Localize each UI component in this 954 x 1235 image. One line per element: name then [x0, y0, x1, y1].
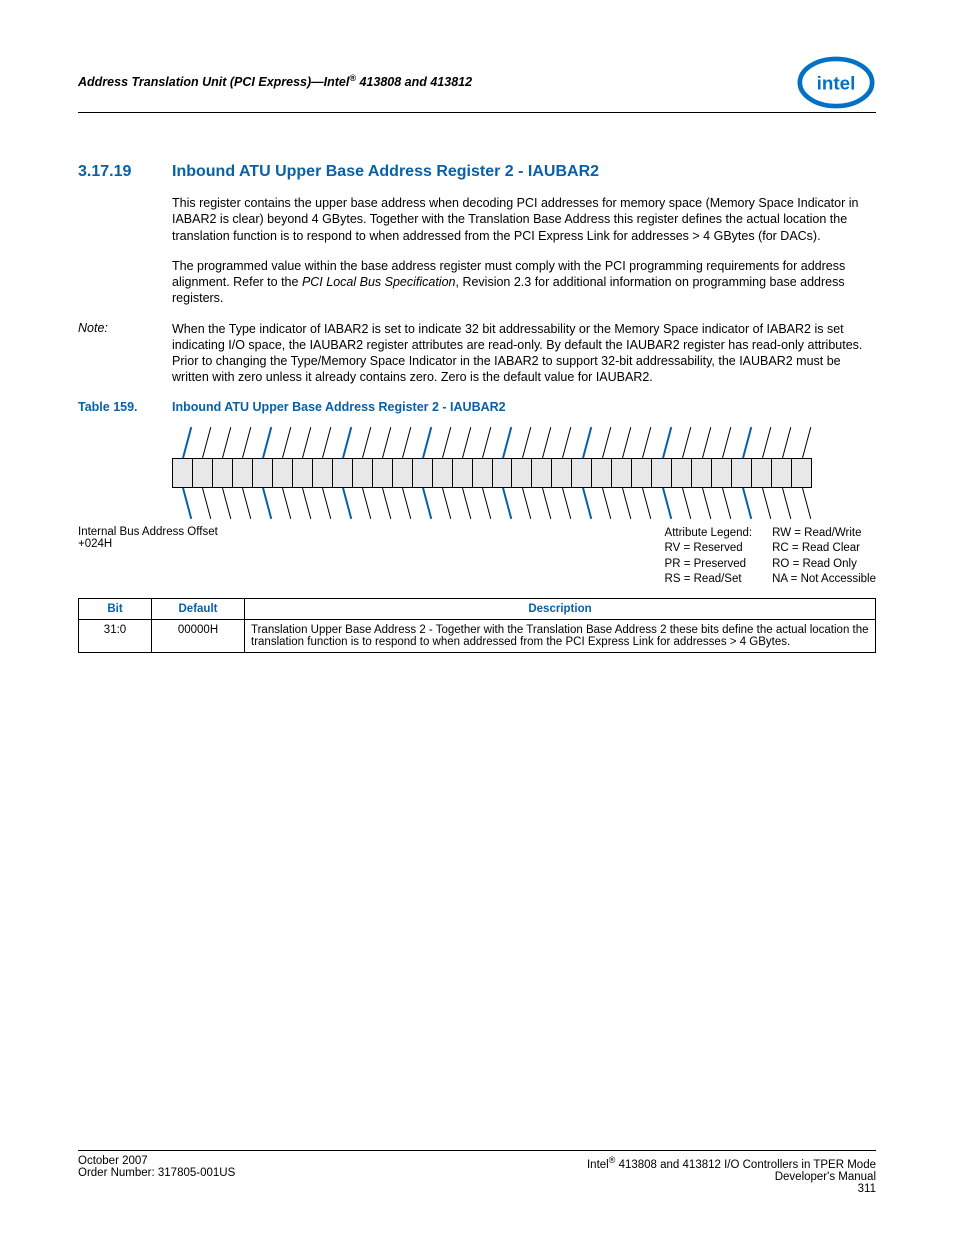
- diagram-meta: Internal Bus Address Offset +024H Attrib…: [78, 526, 876, 588]
- footer-right: Intel® 413808 and 413812 I/O Controllers…: [587, 1155, 876, 1195]
- td-bit: 31:0: [79, 619, 152, 652]
- legend-rv: RV = Reserved: [665, 541, 753, 557]
- td-default: 00000H: [152, 619, 245, 652]
- svg-text:intel: intel: [817, 73, 856, 94]
- table-caption: Table 159. Inbound ATU Upper Base Addres…: [78, 400, 876, 414]
- intel-logo-icon: intel: [796, 55, 876, 110]
- page-footer: October 2007 Order Number: 317805-001US …: [78, 1150, 876, 1195]
- legend-rs: RS = Read/Set: [665, 572, 753, 588]
- footer-manual: Developer's Manual: [587, 1171, 876, 1183]
- paragraph-2: The programmed value within the base add…: [172, 258, 876, 307]
- header-sup: ®: [349, 73, 356, 83]
- legend-title: Attribute Legend:: [665, 526, 753, 542]
- register-table: Bit Default Description 31:0 00000H Tran…: [78, 598, 876, 653]
- footer-product: Intel® 413808 and 413812 I/O Controllers…: [587, 1155, 876, 1171]
- th-bit: Bit: [79, 598, 152, 619]
- offset-label: Internal Bus Address Offset: [78, 526, 218, 538]
- header-title: Address Translation Unit (PCI Express)—I…: [78, 73, 472, 89]
- th-description: Description: [245, 598, 876, 619]
- section-number: 3.17.19: [78, 163, 150, 181]
- paragraph-1: This register contains the upper base ad…: [172, 195, 876, 244]
- header-text-b: 413808 and 413812: [356, 75, 472, 89]
- legend-na: NA = Not Accessible: [772, 572, 876, 588]
- note-text: When the Type indicator of IABAR2 is set…: [172, 321, 876, 386]
- section-title: Inbound ATU Upper Base Address Register …: [172, 163, 599, 181]
- bitfield-diagram: [172, 426, 876, 520]
- offset-block: Internal Bus Address Offset +024H: [78, 526, 218, 588]
- table-title: Inbound ATU Upper Base Address Register …: [172, 400, 506, 414]
- note-label: Note:: [78, 321, 150, 386]
- table-row: 31:0 00000H Translation Upper Base Addre…: [79, 619, 876, 652]
- section-heading: 3.17.19 Inbound ATU Upper Base Address R…: [78, 163, 876, 181]
- footer-left: October 2007 Order Number: 317805-001US: [78, 1155, 235, 1195]
- page-header: Address Translation Unit (PCI Express)—I…: [78, 55, 876, 113]
- legend-ro: RO = Read Only: [772, 557, 876, 573]
- note-block: Note: When the Type indicator of IABAR2 …: [78, 321, 876, 386]
- legend-rc: RC = Read Clear: [772, 541, 876, 557]
- offset-value: +024H: [78, 538, 218, 550]
- table-number: Table 159.: [78, 400, 150, 414]
- td-description: Translation Upper Base Address 2 - Toget…: [245, 619, 876, 652]
- para2-italic: PCI Local Bus Specification: [302, 275, 456, 289]
- legend-rw: RW = Read/Write: [772, 526, 876, 542]
- footer-page: 311: [587, 1183, 876, 1195]
- legend-pr: PR = Preserved: [665, 557, 753, 573]
- table-header-row: Bit Default Description: [79, 598, 876, 619]
- footer-order: Order Number: 317805-001US: [78, 1167, 235, 1179]
- footer-date: October 2007: [78, 1155, 235, 1167]
- header-text-a: Address Translation Unit (PCI Express)—I…: [78, 75, 349, 89]
- th-default: Default: [152, 598, 245, 619]
- attribute-legend: Attribute Legend: RV = Reserved PR = Pre…: [665, 526, 876, 588]
